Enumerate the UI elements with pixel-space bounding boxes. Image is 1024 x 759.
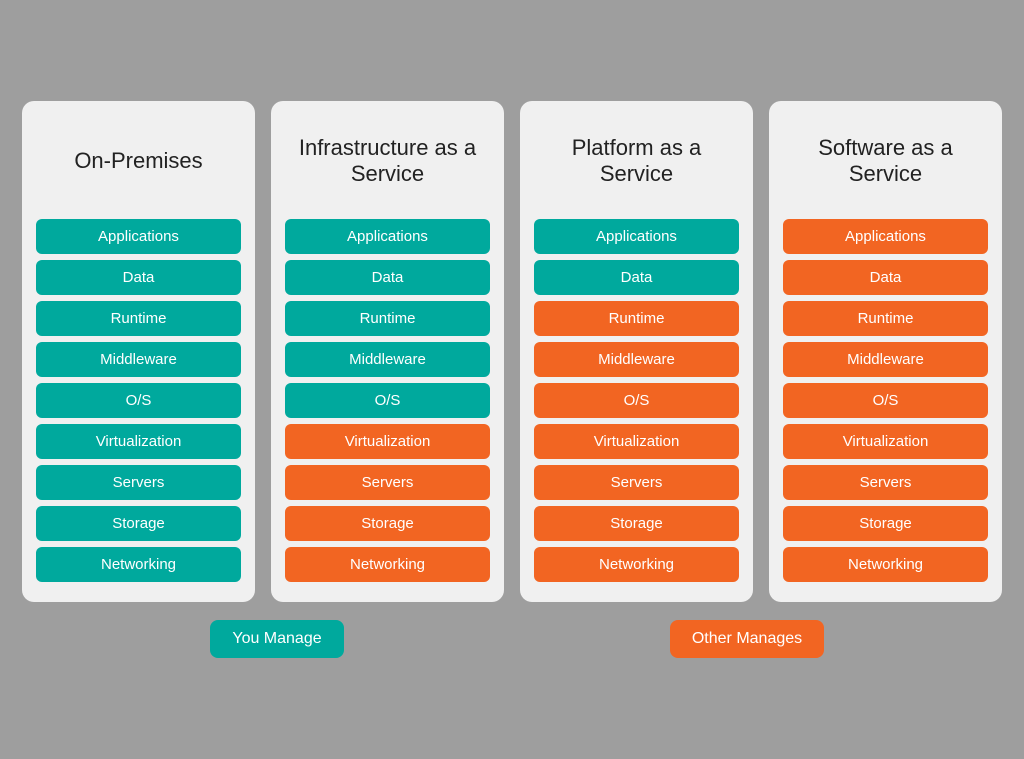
- item-badge-applications-on-premises: Applications: [36, 219, 241, 254]
- item-badge-applications-iaas: Applications: [285, 219, 490, 254]
- item-badge-middleware-iaas: Middleware: [285, 342, 490, 377]
- column-iaas: Infrastructure as a Service Applications D…: [271, 101, 504, 602]
- column-title-paas: Platform as a Service: [534, 121, 739, 201]
- items-list-saas: Applications Data Runtime Middleware O/S Virt…: [783, 219, 988, 582]
- item-badge-virtualization-on-premises: Virtualization: [36, 424, 241, 459]
- item-badge-applications-paas: Applications: [534, 219, 739, 254]
- item-badge-servers-paas: Servers: [534, 465, 739, 500]
- item-badge-storage-paas: Storage: [534, 506, 739, 541]
- legend-right: Other Manages: [512, 620, 982, 658]
- item-badge-servers-saas: Servers: [783, 465, 988, 500]
- column-title-iaas: Infrastructure as a Service: [285, 121, 490, 201]
- legend-row: You Manage Other Manages: [22, 620, 1002, 658]
- item-badge-o-s-saas: O/S: [783, 383, 988, 418]
- item-badge-data-on-premises: Data: [36, 260, 241, 295]
- item-badge-virtualization-iaas: Virtualization: [285, 424, 490, 459]
- column-title-on-premises: On-Premises: [36, 121, 241, 201]
- item-badge-networking-iaas: Networking: [285, 547, 490, 582]
- item-badge-middleware-on-premises: Middleware: [36, 342, 241, 377]
- item-badge-middleware-saas: Middleware: [783, 342, 988, 377]
- columns-row: On-Premises Applications Data Runtime Middle…: [22, 101, 1002, 602]
- column-on-premises: On-Premises Applications Data Runtime Middle…: [22, 101, 255, 602]
- other-manages-badge: Other Manages: [670, 620, 824, 658]
- item-badge-storage-saas: Storage: [783, 506, 988, 541]
- item-badge-data-saas: Data: [783, 260, 988, 295]
- item-badge-storage-on-premises: Storage: [36, 506, 241, 541]
- item-badge-data-paas: Data: [534, 260, 739, 295]
- item-badge-runtime-paas: Runtime: [534, 301, 739, 336]
- items-list-paas: Applications Data Runtime Middleware O/S Virt…: [534, 219, 739, 582]
- item-badge-data-iaas: Data: [285, 260, 490, 295]
- item-badge-runtime-iaas: Runtime: [285, 301, 490, 336]
- column-paas: Platform as a Service Applications Data Run…: [520, 101, 753, 602]
- item-badge-o-s-paas: O/S: [534, 383, 739, 418]
- item-badge-servers-iaas: Servers: [285, 465, 490, 500]
- item-badge-servers-on-premises: Servers: [36, 465, 241, 500]
- items-list-iaas: Applications Data Runtime Middleware O/S Virt…: [285, 219, 490, 582]
- column-title-saas: Software as a Service: [783, 121, 988, 201]
- main-container: On-Premises Applications Data Runtime Middle…: [22, 101, 1002, 658]
- item-badge-virtualization-paas: Virtualization: [534, 424, 739, 459]
- item-badge-networking-saas: Networking: [783, 547, 988, 582]
- item-badge-o-s-iaas: O/S: [285, 383, 490, 418]
- item-badge-middleware-paas: Middleware: [534, 342, 739, 377]
- item-badge-applications-saas: Applications: [783, 219, 988, 254]
- item-badge-networking-paas: Networking: [534, 547, 739, 582]
- you-manage-badge: You Manage: [210, 620, 343, 658]
- column-saas: Software as a Service Applications Data Run…: [769, 101, 1002, 602]
- item-badge-storage-iaas: Storage: [285, 506, 490, 541]
- item-badge-o-s-on-premises: O/S: [36, 383, 241, 418]
- item-badge-virtualization-saas: Virtualization: [783, 424, 988, 459]
- item-badge-runtime-on-premises: Runtime: [36, 301, 241, 336]
- items-list-on-premises: Applications Data Runtime Middleware O/S Virt…: [36, 219, 241, 582]
- legend-left: You Manage: [42, 620, 512, 658]
- item-badge-runtime-saas: Runtime: [783, 301, 988, 336]
- item-badge-networking-on-premises: Networking: [36, 547, 241, 582]
